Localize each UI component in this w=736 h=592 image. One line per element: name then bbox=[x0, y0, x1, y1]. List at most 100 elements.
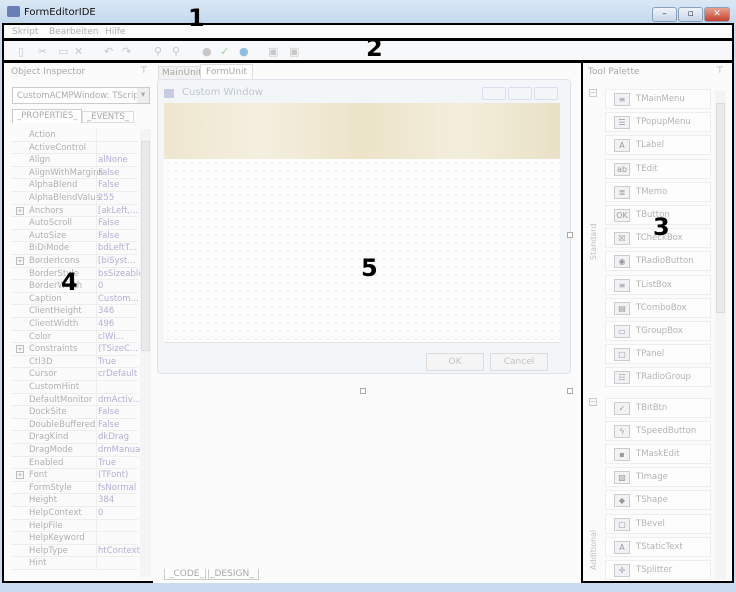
collapse-icon[interactable]: − bbox=[589, 397, 597, 406]
tab-events[interactable]: _EVENTS_ bbox=[82, 111, 135, 123]
palette-item[interactable]: ≣ TMemo bbox=[605, 181, 711, 202]
property-row[interactable]: AlphaBlendValue 255 bbox=[12, 192, 138, 205]
palette-item[interactable]: ◆ TShape bbox=[605, 490, 711, 511]
property-value[interactable]: htContext bbox=[98, 545, 140, 557]
property-row[interactable]: HelpKeyword bbox=[12, 532, 138, 545]
palette-item[interactable]: ✓ TBitBtn bbox=[605, 397, 711, 418]
minimize-button[interactable]: – bbox=[652, 7, 677, 22]
property-value[interactable]: (TFont) bbox=[98, 469, 140, 481]
property-value[interactable]: [biSyst... bbox=[98, 255, 140, 267]
property-value[interactable]: bsSizeable bbox=[98, 268, 140, 280]
property-row[interactable]: FormStyle fsNormal bbox=[12, 481, 140, 495]
maximize-button[interactable]: ▫ bbox=[678, 7, 703, 22]
tab-mainunit[interactable]: MainUnit bbox=[158, 66, 206, 80]
delete-icon[interactable]: ✕ bbox=[74, 45, 83, 58]
property-value[interactable]: (TSizeC... bbox=[98, 343, 140, 355]
property-row[interactable]: CustomHint bbox=[12, 381, 138, 394]
tab-formunit[interactable]: FormUnit bbox=[200, 64, 253, 79]
property-value[interactable]: False bbox=[98, 419, 140, 431]
property-row[interactable]: Enabled True bbox=[12, 456, 138, 470]
tab-code[interactable]: _CODE_ bbox=[164, 569, 209, 580]
property-value[interactable]: crDefault bbox=[98, 368, 140, 380]
collapse-icon[interactable]: − bbox=[589, 89, 597, 97]
palette-item[interactable]: A TLabel bbox=[605, 135, 711, 156]
property-value[interactable]: fsNormal bbox=[98, 482, 140, 494]
redo-icon[interactable]: ↷ bbox=[122, 45, 131, 58]
palette-item[interactable]: ☷ TRadioGroup bbox=[605, 367, 711, 388]
property-value[interactable]: bdLeftT... bbox=[98, 242, 140, 254]
check-icon[interactable]: ✓ bbox=[220, 45, 229, 58]
property-row[interactable]: Cursor crDefault bbox=[12, 368, 138, 381]
palette-item[interactable]: ▭ TGroupBox bbox=[605, 321, 711, 341]
palette-item[interactable]: ▢ TBevel bbox=[605, 513, 711, 534]
property-row[interactable]: Color clWi... bbox=[12, 330, 140, 344]
palette-scrollbar[interactable] bbox=[715, 91, 726, 579]
close-button[interactable]: ✕ bbox=[704, 7, 730, 22]
palette-item[interactable]: ϟ TSpeedButton bbox=[605, 420, 711, 441]
property-row[interactable]: AlignWithMargins False bbox=[12, 166, 140, 180]
property-row[interactable]: Hint bbox=[12, 557, 138, 570]
unlock-icon[interactable]: ▣ bbox=[289, 45, 299, 58]
stop-icon[interactable]: ● bbox=[202, 45, 212, 58]
property-row[interactable]: AutoSize False bbox=[12, 229, 140, 243]
property-value[interactable]: False bbox=[98, 167, 140, 179]
property-row[interactable]: HelpFile bbox=[12, 519, 138, 533]
tab-design[interactable]: _DESIGN_ bbox=[205, 569, 259, 580]
property-row[interactable]: Ctl3D True bbox=[12, 355, 140, 369]
property-row[interactable]: ClientHeight 346 bbox=[12, 305, 138, 318]
property-value[interactable]: dkDrag bbox=[98, 431, 140, 443]
property-value[interactable]: 384 bbox=[98, 494, 140, 506]
property-value[interactable]: 0 bbox=[98, 280, 140, 292]
menu-hilfe[interactable]: Hilfe bbox=[105, 27, 125, 37]
property-row[interactable]: + Font (TFont) bbox=[12, 469, 138, 482]
palette-item[interactable]: ✛ TSplitter bbox=[605, 560, 711, 580]
property-value[interactable]: clWi... bbox=[98, 331, 140, 343]
run-icon[interactable]: ● bbox=[239, 45, 249, 58]
lock-icon[interactable]: ▣ bbox=[268, 45, 278, 58]
palette-item[interactable]: ▪ TMaskEdit bbox=[605, 444, 711, 464]
property-row[interactable]: AutoScroll False bbox=[12, 217, 138, 230]
form-ok-button[interactable]: OK bbox=[426, 353, 484, 371]
property-value[interactable]: 0 bbox=[98, 507, 140, 519]
paste-icon[interactable]: ▭ bbox=[58, 45, 68, 58]
object-selector[interactable]: CustomACMPWindow: TScriptF ▾ bbox=[12, 87, 150, 104]
pin-icon[interactable]: ⊤ bbox=[140, 66, 148, 76]
property-value[interactable]: alNone bbox=[98, 154, 140, 166]
palette-item[interactable]: ▤ TComboBox bbox=[605, 297, 711, 318]
property-value[interactable]: 346 bbox=[98, 305, 140, 317]
cut-icon[interactable]: ✂ bbox=[38, 45, 47, 58]
resize-handle-corner[interactable] bbox=[567, 388, 573, 394]
scrollbar-thumb[interactable] bbox=[141, 141, 150, 351]
palette-item[interactable]: ≡ TListBox bbox=[605, 274, 711, 295]
inspector-scrollbar[interactable] bbox=[140, 129, 151, 577]
designed-form[interactable]: Custom Window OK Cancel bbox=[157, 79, 571, 374]
expand-icon[interactable]: + bbox=[16, 471, 24, 480]
property-row[interactable]: HelpContext 0 bbox=[12, 507, 138, 520]
property-row[interactable]: + Constraints (TSizeC... bbox=[12, 343, 138, 356]
property-row[interactable]: HelpType htContext bbox=[12, 544, 140, 558]
property-row[interactable]: + BorderIcons [biSyst... bbox=[12, 255, 138, 268]
property-value[interactable]: Custom... bbox=[98, 293, 140, 305]
palette-item[interactable]: ▨ TImage bbox=[605, 467, 711, 488]
property-row[interactable]: ActiveControl bbox=[12, 141, 138, 155]
resize-handle-bottom[interactable] bbox=[360, 388, 366, 394]
property-row[interactable]: AlphaBlend False bbox=[12, 179, 138, 192]
replace-icon[interactable]: ⚲ bbox=[172, 45, 180, 58]
chevron-down-icon[interactable]: ▾ bbox=[137, 88, 149, 103]
property-row[interactable]: DragMode dmManual bbox=[12, 444, 140, 457]
property-value[interactable]: True bbox=[98, 356, 140, 368]
find-icon[interactable]: ⚲ bbox=[154, 45, 162, 58]
property-value[interactable]: False bbox=[98, 406, 140, 418]
scrollbar-thumb[interactable] bbox=[716, 103, 725, 313]
expand-icon[interactable]: + bbox=[16, 206, 24, 215]
property-value[interactable]: False bbox=[98, 179, 140, 191]
property-value[interactable]: False bbox=[98, 230, 140, 242]
copy-icon[interactable]: ▯ bbox=[18, 45, 24, 58]
design-grid[interactable] bbox=[164, 159, 560, 343]
property-value[interactable]: dmActiv... bbox=[98, 394, 140, 406]
palette-item[interactable]: ≡ TMainMenu bbox=[605, 89, 711, 109]
tab-properties[interactable]: _PROPERTIES_ bbox=[12, 109, 83, 123]
expand-icon[interactable]: + bbox=[16, 257, 24, 265]
resize-handle-right[interactable] bbox=[567, 232, 573, 238]
property-row[interactable]: ClientWidth 496 bbox=[12, 318, 138, 331]
